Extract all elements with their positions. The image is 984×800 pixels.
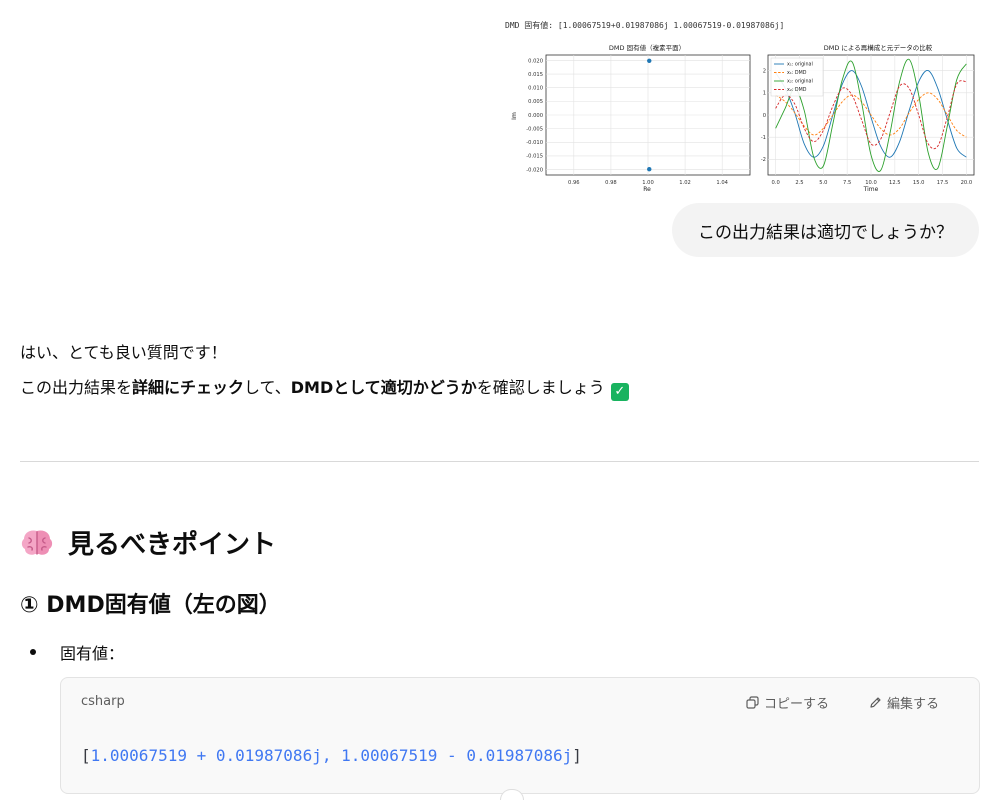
x-tick-label: 0.98: [605, 180, 617, 186]
y-tick-label: -0.020: [526, 167, 543, 173]
answer-text: して、: [244, 378, 291, 397]
edit-label: 編集する: [886, 697, 939, 712]
edit-button[interactable]: 編集する: [869, 693, 939, 712]
left-plot-ylabel: Im: [511, 112, 518, 120]
answer-text: この出力結果を: [20, 378, 133, 397]
code-language: csharp: [81, 694, 125, 709]
x-tick-label: 2.5: [795, 180, 803, 186]
copy-button[interactable]: コピーする: [746, 693, 829, 712]
eigenvalue-point: [647, 58, 652, 64]
x-tick-label: 7.5: [843, 180, 851, 186]
copy-icon: [746, 696, 759, 709]
sub-heading: ① DMD固有値（左の図）: [20, 593, 281, 618]
y-tick-label: 2: [763, 68, 766, 74]
section-heading: 見るべきポイント: [20, 524, 276, 561]
x-tick-label: 15.0: [913, 180, 925, 186]
code-actions: コピーする 編集する: [746, 693, 939, 712]
answer-line-2: この出力結果を詳細にチェックして、DMDとして適切かどうかを確認しましょう ✓: [20, 374, 629, 401]
dmd-figure: DMD 固有値: [1.00067519+0.01987086j 1.00067…: [505, 18, 975, 198]
legend-entry: x₁: original: [787, 62, 813, 68]
check-mark-icon: ✓: [610, 383, 629, 401]
code-token: ,: [321, 746, 342, 765]
x-tick-label: 12.5: [889, 180, 901, 186]
code-content: [1.00067519 + 0.01987086j, 1.00067519 - …: [81, 746, 582, 765]
y-tick-label: 0.000: [528, 113, 543, 119]
right-plot-title: DMD による再構成と元データの比較: [824, 43, 933, 52]
code-token: 1.00067519 - 0.01987086j: [341, 746, 573, 765]
copy-label: コピーする: [763, 697, 829, 712]
code-token: 1.00067519 + 0.01987086j: [90, 746, 322, 765]
y-tick-label: -1: [761, 135, 766, 141]
y-tick-label: -2: [761, 157, 766, 163]
list-item: 固有値：: [30, 640, 124, 664]
user-message-text: この出力結果は適切でしょうか？: [698, 222, 953, 243]
legend: x₁: original x₁: DMD x₂: original x₂: DMD: [770, 57, 824, 97]
answer-text: を確認しましょう: [476, 378, 605, 397]
answer-intro: はい、とても良い質問です！: [20, 343, 227, 362]
legend-entry: x₂: original: [787, 79, 813, 85]
y-tick-label: 1: [763, 91, 766, 97]
y-tick-label: 0.020: [528, 58, 543, 64]
code-token: ]: [572, 746, 582, 765]
y-tick-label: 0.005: [528, 99, 543, 105]
section-heading-text: 見るべきポイント: [68, 530, 277, 560]
y-tick-label: -0.015: [526, 154, 543, 160]
right-plot-xlabel: Time: [863, 186, 879, 193]
legend-entry: x₁: DMD: [787, 70, 807, 76]
reconstruction-plot: DMD による再構成と元データの比較 0.0 2.5 5.0 7.5 10.0 12.5 1…: [761, 43, 975, 193]
user-message-bubble: この出力結果は適切でしょうか？: [672, 203, 979, 257]
figure-title: DMD 固有値: [1.00067519+0.01987086j 1.00067…: [505, 21, 785, 30]
bullet-icon: [30, 649, 36, 655]
x-tick-label: 0.96: [568, 180, 580, 186]
x-tick-label: 0.0: [772, 180, 780, 186]
left-plot-title: DMD 固有値（複素平面）: [609, 43, 685, 52]
left-plot-xlabel: Re: [643, 186, 651, 193]
x-tick-label: 20.0: [961, 180, 973, 186]
y-tick-label: 0.010: [528, 86, 543, 92]
answer-bold: 詳細にチェック: [132, 378, 245, 397]
brain-icon: [21, 529, 53, 555]
bullet-label: 固有値：: [60, 644, 125, 663]
pencil-icon: [870, 697, 881, 708]
divider: [20, 461, 979, 462]
answer-bold: DMDとして適切かどうか: [290, 378, 477, 397]
y-tick-label: 0: [763, 113, 766, 119]
y-tick-label: -0.005: [526, 126, 543, 132]
y-tick-label: 0.015: [528, 72, 543, 78]
eigenvalue-plot: DMD 固有値（複素平面） 0.96 0.98 1.00 1.02 1.04 0.020…: [511, 43, 751, 193]
x-tick-label: 1.04: [716, 180, 728, 186]
x-tick-label: 1.02: [679, 180, 691, 186]
x-tick-label: 17.5: [937, 180, 949, 186]
x-tick-label: 5.0: [819, 180, 827, 186]
y-tick-label: -0.010: [526, 140, 543, 146]
code-block: csharp コピーする 編集する [1.00067519 + 0.019870…: [60, 677, 980, 794]
legend-entry: x₂: DMD: [787, 87, 807, 93]
eigenvalue-point: [647, 166, 652, 172]
code-token: [: [81, 746, 91, 765]
